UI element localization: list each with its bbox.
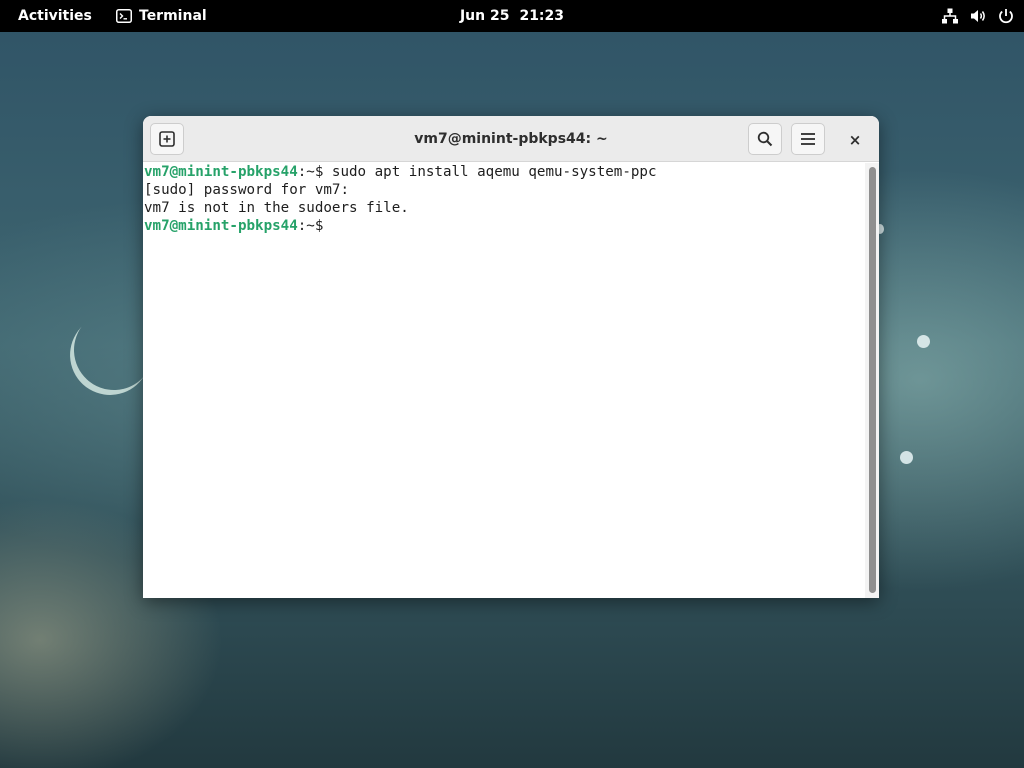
- new-tab-icon: [159, 131, 175, 147]
- close-icon: ×: [848, 131, 862, 149]
- window-headerbar[interactable]: vm7@minint-pbkps44: ~ ×: [143, 116, 879, 162]
- app-menu-button[interactable]: Terminal: [110, 0, 213, 32]
- network-icon[interactable]: [940, 6, 960, 26]
- app-menu-label: Terminal: [139, 8, 207, 24]
- prompt-user-host: vm7@minint-pbkps44: [144, 218, 298, 234]
- power-icon[interactable]: [996, 6, 1016, 26]
- terminal-app-icon: [116, 9, 132, 23]
- activities-button[interactable]: Activities: [10, 0, 100, 32]
- prompt-user-host: vm7@minint-pbkps44: [144, 164, 298, 180]
- clock-date: Jun 25: [459, 8, 510, 24]
- command-text: sudo apt install aqemu qemu-system-ppc: [323, 164, 657, 180]
- main-menu-button[interactable]: [791, 123, 825, 155]
- clock-button[interactable]: Jun 25 21:23: [460, 8, 564, 24]
- terminal-line: vm7@minint-pbkps44:~$ sudo apt install a…: [144, 163, 865, 181]
- hamburger-menu-icon: [800, 132, 816, 146]
- prompt-path: :~$: [297, 164, 324, 180]
- volume-icon[interactable]: [968, 6, 988, 26]
- close-button[interactable]: ×: [843, 128, 867, 152]
- new-tab-button[interactable]: [150, 123, 184, 155]
- scrollbar-thumb[interactable]: [869, 167, 876, 593]
- search-icon: [757, 131, 773, 147]
- terminal-line: vm7@minint-pbkps44:~$: [144, 217, 865, 235]
- system-status-area[interactable]: [932, 0, 1016, 32]
- clock-time: 21:23: [519, 8, 565, 24]
- wallpaper-dot: [900, 451, 913, 464]
- scrollbar[interactable]: [865, 163, 879, 598]
- prompt-path: :~$: [297, 218, 324, 234]
- terminal-line: [sudo] password for vm7:: [144, 182, 349, 198]
- wallpaper-dot: [917, 335, 930, 348]
- terminal-window: vm7@minint-pbkps44: ~ × vm7@minint-pbkps…: [143, 116, 879, 598]
- terminal-line: vm7 is not in the sudoers file.: [144, 200, 409, 216]
- terminal-output[interactable]: vm7@minint-pbkps44:~$ sudo apt install a…: [143, 163, 865, 598]
- top-bar: Activities Terminal Jun 25 21:23: [0, 0, 1024, 32]
- search-button[interactable]: [748, 123, 782, 155]
